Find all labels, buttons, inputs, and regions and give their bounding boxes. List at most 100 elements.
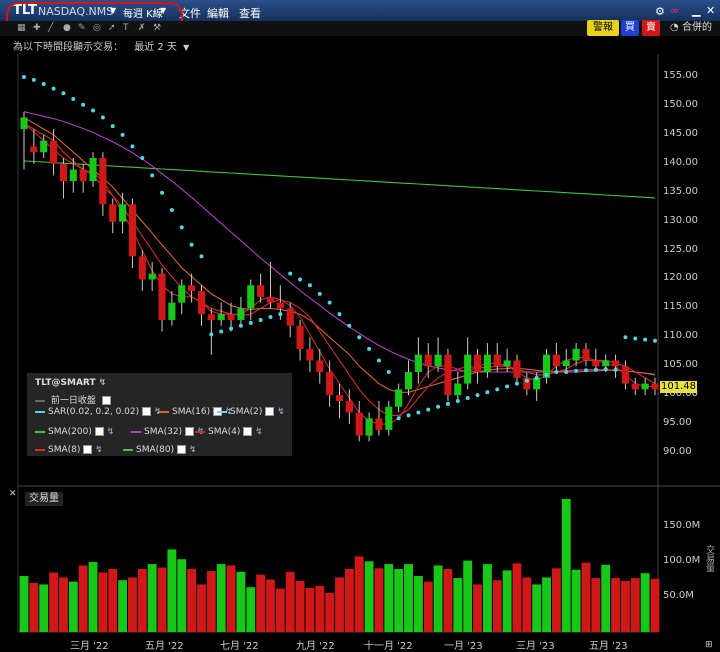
close-volume-panel-icon[interactable]: ✕: [9, 489, 17, 499]
volume-bar: [453, 578, 463, 632]
price-chart[interactable]: [0, 0, 720, 652]
candle-body: [355, 412, 363, 436]
candle-body: [217, 314, 225, 320]
volume-bar: [275, 588, 285, 632]
volume-bar: [88, 562, 98, 632]
sar-dot: [396, 416, 401, 421]
sar-dot: [317, 291, 322, 296]
volume-bar: [335, 577, 344, 632]
legend-item[interactable]: SMA(32) ↯: [131, 427, 205, 437]
volume-bar: [650, 578, 660, 632]
candle-body: [375, 418, 383, 430]
volume-bar: [256, 574, 266, 632]
volume-bar: [630, 578, 640, 632]
sar-dot: [22, 75, 26, 79]
volume-tick-label: 150.0M: [663, 520, 701, 531]
sar-dot: [71, 96, 76, 101]
volume-bar: [137, 569, 147, 632]
legend-swatch: [123, 448, 133, 451]
candle-body: [621, 366, 629, 384]
volume-bar: [492, 580, 502, 632]
volume-bar: [561, 499, 571, 632]
volume-bar: [157, 567, 167, 632]
sar-dot: [386, 370, 391, 375]
legend-swatch: [35, 448, 45, 451]
candle-body: [89, 157, 97, 182]
legend-edit-icon[interactable]: ↯: [252, 427, 263, 437]
prev-close-checkbox[interactable]: [101, 396, 111, 405]
volume-bar: [285, 571, 295, 632]
volume-bar: [463, 560, 473, 632]
candle-body: [158, 273, 166, 320]
sar-dot: [445, 401, 450, 406]
volume-bar: [384, 564, 394, 632]
legend-swatch: [35, 430, 45, 433]
legend-label: SMA(2): [230, 407, 263, 417]
candle-body: [168, 302, 176, 320]
sar-dot: [120, 132, 125, 137]
sar-dot: [416, 410, 421, 415]
volume-bar: [197, 584, 206, 632]
legend-item[interactable]: SMA(2) ↯: [217, 407, 285, 417]
volume-bar: [591, 578, 601, 632]
sar-dot: [524, 378, 529, 383]
volume-side-label: 交易量: [704, 545, 714, 572]
legend-checkbox[interactable]: [177, 445, 187, 454]
candle-body: [50, 140, 58, 164]
legend-contract-icon[interactable]: ↯: [99, 378, 107, 388]
candle-body: [128, 204, 137, 257]
sar-dot: [327, 300, 332, 305]
sar-dot: [505, 384, 510, 389]
volume-bar: [266, 579, 275, 632]
legend-item[interactable]: SMA(80) ↯: [123, 445, 197, 455]
sma200-line: [23, 160, 656, 199]
time-tick-label: 九月 '22: [296, 641, 335, 652]
legend-item[interactable]: SAR(0.02, 0.2, 0.02) ↯: [35, 407, 162, 417]
time-tick-label: 一月 '23: [444, 641, 483, 652]
sar-dot: [376, 358, 381, 363]
zoom-axis-icon[interactable]: ⊞: [705, 640, 713, 650]
legend-item[interactable]: SMA(8) ↯: [35, 445, 103, 455]
candle-body: [345, 400, 353, 413]
volume-bar: [236, 571, 246, 632]
legend-edit-icon[interactable]: ↯: [186, 445, 197, 455]
sar-dot: [574, 368, 579, 373]
sar-dot: [258, 317, 263, 322]
legend-checkbox[interactable]: [142, 407, 152, 416]
candle-body: [582, 348, 590, 361]
volume-bar: [295, 580, 305, 632]
price-tick-label: 90.00: [663, 446, 692, 457]
legend-item[interactable]: SMA(4) ↯: [195, 427, 263, 437]
volume-bar: [344, 569, 354, 632]
indicator-legend[interactable]: TLT@SMART ↯ 前一日收盤 SAR(0.02, 0.2, 0.02) ↯…: [27, 373, 292, 456]
volume-bar: [78, 565, 88, 632]
sar-dot: [583, 368, 588, 373]
sar-dot: [307, 283, 312, 288]
legend-item[interactable]: SMA(200) ↯: [35, 427, 114, 437]
legend-checkbox[interactable]: [185, 427, 195, 436]
volume-bar: [108, 569, 118, 632]
sar-dot: [278, 312, 283, 317]
price-tick-label: 115.00: [663, 301, 698, 313]
legend-edit-icon[interactable]: ↯: [274, 407, 285, 417]
volume-bar: [611, 578, 620, 632]
sar-dot: [357, 335, 362, 340]
candle-body: [316, 360, 324, 373]
candle-body: [286, 308, 294, 326]
legend-edit-icon[interactable]: ↯: [104, 427, 115, 437]
sar-dot: [229, 326, 234, 331]
volume-bar: [394, 569, 404, 632]
legend-swatch: [217, 410, 227, 413]
volume-bar: [118, 580, 128, 632]
legend-prev-close: 前一日收盤: [35, 393, 111, 406]
sar-dot: [51, 86, 56, 91]
legend-checkbox[interactable]: [94, 427, 104, 436]
sar-dot: [199, 254, 204, 259]
volume-bar: [177, 559, 187, 632]
volume-bar: [187, 569, 197, 632]
sar-dot: [189, 242, 194, 247]
volume-bar: [19, 576, 29, 632]
legend-edit-icon[interactable]: ↯: [92, 445, 103, 455]
volume-bar: [68, 581, 78, 632]
legend-label: SMA(4): [208, 427, 241, 437]
